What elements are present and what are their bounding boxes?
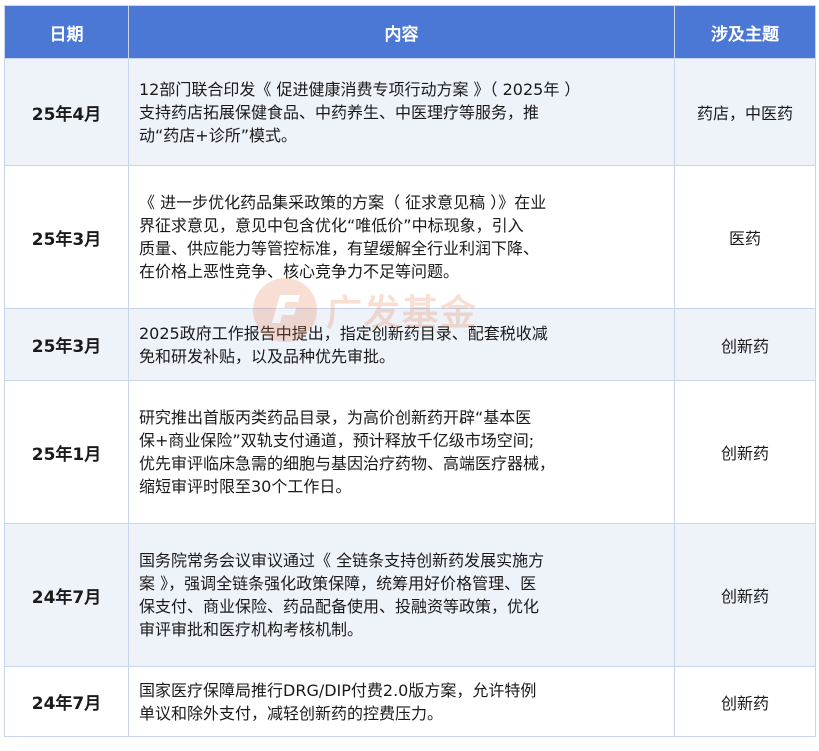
table-header-row: 日期 内容 涉及主题 bbox=[4, 5, 816, 59]
row-content: 2025政府工作报告中提出，指定创新药目录、配套税收减 免和研发补贴，以及品种优… bbox=[128, 308, 675, 381]
row-content: 12部门联合印发《 促进健康消费专项行动方案 》（ 2025年 ） 支持药店拓展… bbox=[128, 58, 675, 166]
row-topic: 药店，中医药 bbox=[674, 58, 816, 166]
row-topic: 创新药 bbox=[674, 380, 816, 524]
row-topic: 创新药 bbox=[674, 308, 816, 381]
header-date: 日期 bbox=[4, 5, 129, 59]
row-date: 25年3月 bbox=[4, 165, 129, 309]
row-topic: 医药 bbox=[674, 165, 816, 309]
row-date: 24年7月 bbox=[4, 666, 129, 737]
table-row: 25年4月 12部门联合印发《 促进健康消费专项行动方案 》（ 2025年 ） … bbox=[4, 58, 816, 166]
content-line: 《 进一步优化药品集采政策的方案（ 征求意见稿 ）》在业 bbox=[139, 193, 547, 212]
table-row: 25年3月 《 进一步优化药品集采政策的方案（ 征求意见稿 ）》在业 界征求意见… bbox=[4, 165, 816, 309]
content-line: 保+商业保险”双轨支付通道，预计释放千亿级市场空间; bbox=[139, 431, 535, 450]
content-line: 国务院常务会议审议通过《 全链条支持创新药发展实施方 bbox=[139, 551, 545, 570]
row-date: 25年4月 bbox=[4, 58, 129, 166]
content-line: 审评审批和医疗机构考核机制。 bbox=[139, 620, 364, 639]
table-row: 25年1月 研究推出首版丙类药品目录，为高价创新药开辟“基本医 保+商业保险”双… bbox=[4, 380, 816, 524]
table-row: 25年3月 2025政府工作报告中提出，指定创新药目录、配套税收减 免和研发补贴… bbox=[4, 308, 816, 381]
table-row: 24年7月 国务院常务会议审议通过《 全链条支持创新药发展实施方 案 》，强调全… bbox=[4, 523, 816, 667]
content-line: 案 》，强调全链条强化政策保障，统筹用好价格管理、医 bbox=[139, 574, 537, 593]
header-content: 内容 bbox=[128, 5, 675, 59]
row-date: 25年3月 bbox=[4, 308, 129, 381]
content-line: 免和研发补贴，以及品种优先审批。 bbox=[139, 346, 396, 366]
content-line: 2025政府工作报告中提出，指定创新药目录、配套税收减 bbox=[139, 323, 548, 343]
content-line: 在价格上恶性竞争、核心竞争力不足等问题。 bbox=[139, 262, 460, 281]
row-content: 国务院常务会议审议通过《 全链条支持创新药发展实施方 案 》，强调全链条强化政策… bbox=[128, 523, 675, 667]
row-date: 25年1月 bbox=[4, 380, 129, 524]
content-line: 界征求意见，意见中包含优化“唯低价”中标现象，引入 bbox=[139, 216, 524, 235]
content-line: 研究推出首版丙类药品目录，为高价创新药开辟“基本医 bbox=[139, 408, 532, 427]
row-topic: 创新药 bbox=[674, 523, 816, 667]
content-line: 12部门联合印发《 促进健康消费专项行动方案 》（ 2025年 ） bbox=[139, 79, 581, 99]
content-line: 质量、供应能力等管控标准，有望缓解全行业利润下降、 bbox=[139, 239, 540, 258]
row-content: 国家医疗保障局推行DRG/DIP付费2.0版方案，允许特例 单议和除外支付，减轻… bbox=[128, 666, 675, 737]
content-line: 国家医疗保障局推行DRG/DIP付费2.0版方案，允许特例 bbox=[139, 680, 537, 700]
content-line: 保支付、商业保险、药品配备使用、投融资等政策，优化 bbox=[139, 597, 540, 616]
content-line: 动“药店+诊所”模式。 bbox=[139, 125, 297, 145]
policy-table: 日期 内容 涉及主题 25年4月 12部门联合印发《 促进健康消费专项行动方案 … bbox=[4, 5, 816, 737]
row-content: 研究推出首版丙类药品目录，为高价创新药开辟“基本医 保+商业保险”双轨支付通道，… bbox=[128, 380, 675, 524]
table-row: 24年7月 国家医疗保障局推行DRG/DIP付费2.0版方案，允许特例 单议和除… bbox=[4, 666, 816, 737]
row-topic: 创新药 bbox=[674, 666, 816, 737]
header-topic: 涉及主题 bbox=[674, 5, 816, 59]
content-line: 优先审评临床急需的细胞与基因治疗药物、高端医疗器械， bbox=[139, 454, 556, 473]
row-content: 《 进一步优化药品集采政策的方案（ 征求意见稿 ）》在业 界征求意见，意见中包含… bbox=[128, 165, 675, 309]
content-line: 支持药店拓展保健食品、中药养生、中医理疗等服务，推 bbox=[139, 102, 540, 122]
content-line: 缩短审评时限至30个工作日。 bbox=[139, 477, 352, 496]
row-date: 24年7月 bbox=[4, 523, 129, 667]
content-line: 单议和除外支付，减轻创新药的控费压力。 bbox=[139, 703, 444, 723]
